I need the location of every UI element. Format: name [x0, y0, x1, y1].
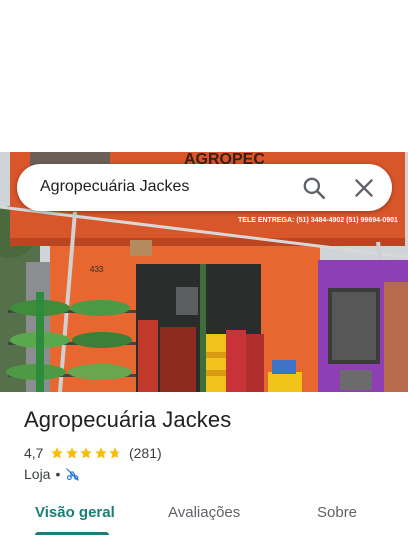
close-icon — [355, 179, 373, 197]
star-icon — [51, 447, 64, 459]
rating-value: 4,7 — [24, 445, 44, 461]
tab-bar: Visão geral Avaliações Sobre — [0, 496, 408, 544]
category-row: Loja • — [24, 465, 80, 483]
review-count[interactable]: (281) — [129, 445, 162, 461]
search-bar[interactable]: Agropecuária Jackes — [17, 164, 392, 211]
tab-sobre[interactable]: Sobre — [317, 504, 357, 521]
no-delivery-icon — [66, 467, 80, 481]
star-half-icon — [109, 447, 122, 459]
search-button[interactable] — [301, 175, 327, 201]
tab-visao-geral[interactable]: Visão geral — [35, 504, 115, 521]
phone-text: TELE ENTREGA: (51) 3484-4902 (51) 99694-… — [238, 217, 398, 224]
separator-dot: • — [55, 466, 61, 482]
rating-row[interactable]: 4,7 (281) — [24, 444, 162, 462]
search-icon — [303, 177, 326, 200]
place-category: Loja — [24, 466, 51, 482]
star-icon — [80, 447, 93, 459]
rating-stars — [50, 446, 123, 460]
place-title: Agropecuária Jackes — [24, 407, 232, 432]
star-icon — [95, 447, 107, 459]
house-number: 433 — [90, 265, 104, 274]
active-tab-indicator — [35, 532, 109, 535]
star-icon — [66, 447, 78, 459]
search-input[interactable]: Agropecuária Jackes — [40, 178, 189, 196]
close-button[interactable] — [351, 175, 377, 201]
tab-avaliacoes[interactable]: Avaliações — [168, 504, 240, 521]
